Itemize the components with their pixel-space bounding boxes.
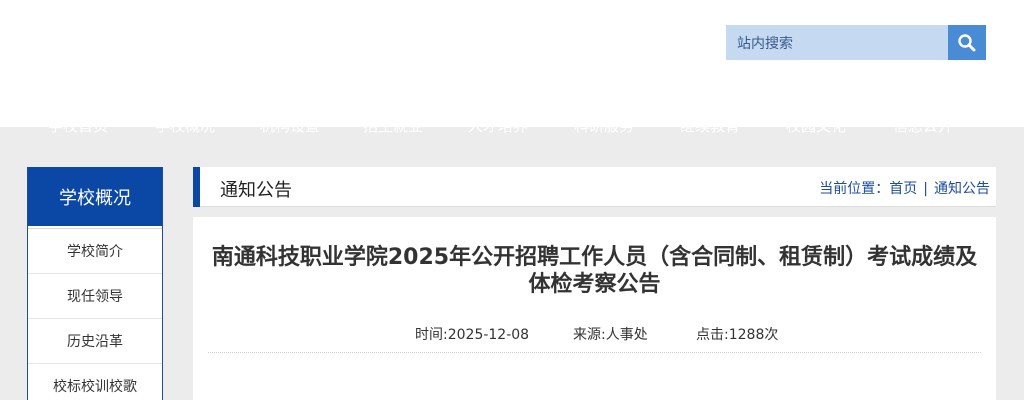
breadcrumb: 当前位置：首页 | 通知公告 [819, 178, 990, 198]
sidebar-item-history[interactable]: 历史沿革 [28, 319, 162, 364]
search-button[interactable] [948, 25, 986, 60]
main-nav: 学校首页 学校概况 机构设置 招生就业 人才培养 科研服务 继续教育 校园文化 … [0, 127, 1024, 167]
nav-item-research[interactable]: 科研服务 [574, 127, 634, 136]
nav-item-home[interactable]: 学校首页 [48, 127, 108, 136]
article: 南通科技职业学院2025年公开招聘工作人员（含合同制、租赁制）考试成绩及体检考察… [193, 217, 996, 400]
breadcrumb-separator: | [923, 181, 928, 197]
location-label: 当前位置： [819, 181, 890, 197]
sidebar-list: 学校简介 现任领导 历史沿革 校标校训校歌 [28, 228, 162, 400]
article-source: 来源:人事处 [573, 327, 648, 343]
sidebar: 学校概况 学校简介 现任领导 历史沿革 校标校训校歌 [27, 167, 163, 400]
search-box [726, 25, 986, 60]
sidebar-title: 学校概况 [28, 167, 162, 226]
sidebar-item-emblem-motto-song[interactable]: 校标校训校歌 [28, 364, 162, 400]
article-meta: 时间:2025-12-08 来源:人事处 点击:1288次 [193, 324, 996, 344]
nav-item-campus-culture[interactable]: 校园文化 [786, 127, 846, 136]
sidebar-item-leadership[interactable]: 现任领导 [28, 274, 162, 319]
sidebar-item-introduction[interactable]: 学校简介 [28, 229, 162, 274]
article-title: 南通科技职业学院2025年公开招聘工作人员（含合同制、租赁制）考试成绩及体检考察… [211, 245, 978, 297]
search-input[interactable] [726, 25, 948, 60]
article-clicks: 点击:1288次 [696, 327, 779, 343]
breadcrumb-home-link[interactable]: 首页 [889, 181, 917, 197]
nav-item-departments[interactable]: 机构设置 [260, 127, 320, 136]
search-icon [958, 33, 976, 51]
content-header: 通知公告 当前位置：首页 | 通知公告 [193, 167, 996, 207]
nav-item-information[interactable]: 信息公开 [893, 127, 953, 136]
article-time: 时间:2025-12-08 [415, 327, 530, 343]
meta-divider [208, 352, 981, 353]
site-header [0, 0, 1024, 127]
breadcrumb-current-link[interactable]: 通知公告 [934, 181, 990, 197]
nav-item-continuing-education[interactable]: 继续教育 [680, 127, 740, 136]
nav-item-about[interactable]: 学校概况 [155, 127, 215, 136]
nav-item-training[interactable]: 人才培养 [468, 127, 528, 136]
section-title: 通知公告 [220, 180, 292, 201]
section-accent-bar [193, 167, 200, 207]
nav-item-admissions[interactable]: 招生就业 [363, 127, 423, 136]
